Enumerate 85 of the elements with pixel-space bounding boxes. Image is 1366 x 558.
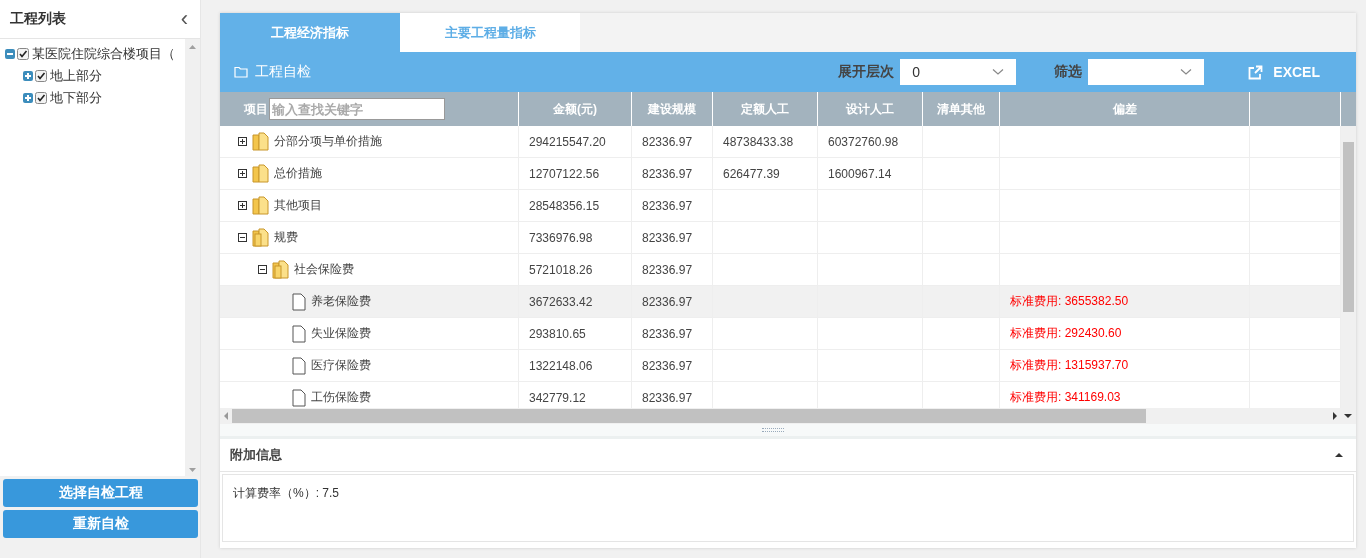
table-cell: 1600967.14 <box>828 166 892 181</box>
expand-toggle-icon[interactable] <box>258 265 267 274</box>
table-cell: 82336.97 <box>642 134 693 149</box>
expand-toggle-icon[interactable] <box>238 137 247 146</box>
table-row[interactable]: 分部分项与单价措施 294215547.20 82336.97 48738433.38 60372760.98 <box>220 126 1341 158</box>
folder-icon <box>272 259 289 280</box>
table-cell: 失业保险费 <box>311 325 371 342</box>
folder-icon <box>252 163 269 184</box>
table-cell: 社会保险费 <box>294 261 354 278</box>
table-row[interactable]: 社会保险费 5721018.26 82336.97 <box>220 254 1341 286</box>
table-cell: 标准费用: 1315937.70 <box>1010 357 1129 374</box>
table-cell: 626477.39 <box>723 166 780 181</box>
table-row[interactable]: 医疗保险费 1322148.06 82336.97 标准费用: 1315937.70 <box>220 350 1341 382</box>
external-link-icon <box>1248 64 1264 80</box>
table-cell: 48738433.38 <box>723 134 794 149</box>
table-cell: 5721018.26 <box>529 262 593 277</box>
info-text: 计算费率（%）: 7.5 <box>233 486 340 500</box>
scrollbar[interactable] <box>220 408 1356 424</box>
table-cell: 1322148.06 <box>529 358 593 373</box>
field-label: 展开层次 <box>838 63 895 81</box>
table-row[interactable]: 规费 7336976.98 82336.97 <box>220 222 1341 254</box>
table-cell: 82336.97 <box>642 198 693 213</box>
table-cell: 82336.97 <box>642 166 693 181</box>
table-cell: 82336.97 <box>642 390 693 405</box>
document-icon <box>292 324 306 343</box>
tree-checkbox[interactable] <box>17 48 29 60</box>
table-cell: 12707122.56 <box>529 166 600 181</box>
table-cell: 342779.12 <box>529 390 586 405</box>
sidebar-title: 工程列表 <box>10 10 66 28</box>
panel-title: 附加信息 <box>230 446 282 464</box>
search-field[interactable]: 输入查找关键字 <box>268 98 445 120</box>
table-cell: 养老保险费 <box>311 293 371 310</box>
document-icon <box>292 388 306 407</box>
expand-toggle-icon[interactable] <box>238 201 247 210</box>
table-cell: 规费 <box>274 229 298 246</box>
folder-icon <box>234 66 248 78</box>
table-row[interactable]: 工伤保险费 342779.12 82336.97 标准费用: 341169.03 <box>220 382 1341 408</box>
tree-item[interactable]: 地上部分 <box>50 67 102 85</box>
tree-checkbox[interactable] <box>35 92 47 104</box>
table-cell: 82336.97 <box>642 294 693 309</box>
table-row[interactable]: 总价措施 12707122.56 82336.97 626477.39 1600967.14 <box>220 158 1341 190</box>
table-row[interactable]: 其他项目 28548356.15 82336.97 <box>220 190 1341 222</box>
expand-toggle-icon[interactable] <box>238 233 247 242</box>
tree-toggle-icon[interactable] <box>23 71 33 81</box>
table-cell: 其他项目 <box>274 197 322 214</box>
tree-toggle-icon[interactable] <box>5 49 15 59</box>
document-icon <box>292 292 306 311</box>
toolbar-title: 工程自检 <box>255 63 311 81</box>
table-cell: 总价措施 <box>274 165 322 182</box>
collapse-icon[interactable]: ‹ <box>180 8 188 30</box>
tree-checkbox[interactable] <box>35 70 47 82</box>
table-cell: 工伤保险费 <box>311 389 371 406</box>
table-cell: 82336.97 <box>642 230 693 245</box>
folder-icon <box>252 131 269 152</box>
table-cell: 7336976.98 <box>529 230 593 245</box>
table-row[interactable]: 养老保险费 3672633.42 82336.97 标准费用: 3655382.50 <box>220 286 1341 318</box>
table-cell: 标准费用: 3655382.50 <box>1010 293 1129 310</box>
table-cell: 3672633.42 <box>529 294 593 309</box>
table-cell: 医疗保险费 <box>311 357 371 374</box>
scrollbar[interactable] <box>1341 126 1356 408</box>
table-row[interactable]: 失业保险费 293810.65 82336.97 标准费用: 292430.60 <box>220 318 1341 350</box>
table-cell: 标准费用: 341169.03 <box>1010 389 1121 406</box>
folder-icon <box>252 195 269 216</box>
table-cell: 28548356.15 <box>529 198 600 213</box>
scrollbar[interactable] <box>185 39 200 476</box>
table-cell: 82336.97 <box>642 326 693 341</box>
table-cell: 294215547.20 <box>529 134 606 149</box>
document-icon <box>292 356 306 375</box>
table-cell: 标准费用: 292430.60 <box>1010 325 1122 342</box>
collapse-icon[interactable] <box>1334 451 1344 459</box>
table-cell: 分部分项与单价措施 <box>274 133 382 150</box>
tree-item[interactable]: 某医院住院综合楼项目（ <box>32 45 175 63</box>
chevron-down-icon[interactable] <box>992 68 1005 76</box>
column-header: 项目 输入查找关键字 <box>220 92 519 126</box>
table-cell: 82336.97 <box>642 262 693 277</box>
level-select[interactable]: 0 <box>900 59 1017 85</box>
folder-icon <box>252 227 269 248</box>
chevron-down-icon[interactable] <box>1180 68 1193 76</box>
field-label: 筛选 <box>1054 63 1083 81</box>
tree-toggle-icon[interactable] <box>23 93 33 103</box>
table-cell: 82336.97 <box>642 358 693 373</box>
table-cell: 60372760.98 <box>828 134 899 149</box>
expand-toggle-icon[interactable] <box>238 169 247 178</box>
table-cell: 293810.65 <box>529 326 586 341</box>
tree-item[interactable]: 地下部分 <box>50 89 102 107</box>
